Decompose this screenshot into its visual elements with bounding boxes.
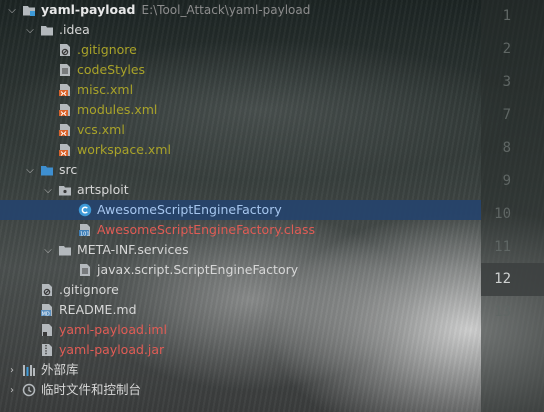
tree-row-external-libraries[interactable]: › 外部库 — [0, 360, 481, 380]
external-libraries-label: 外部库 — [41, 362, 79, 377]
chevron-down-icon[interactable]: ⌵ — [6, 5, 18, 16]
xml-file-icon — [58, 143, 72, 157]
svg-text:101: 101 — [80, 231, 90, 237]
line-number: 9 — [502, 173, 511, 189]
line-number: 8 — [502, 140, 511, 156]
line-number: 1 — [502, 8, 511, 24]
folder-label: .idea — [59, 22, 90, 37]
project-tree: ⌵ yaml-payload E:\Tool_Attack\yaml-paylo… — [0, 0, 481, 412]
file-label: yaml-payload.jar — [59, 342, 165, 357]
xml-file-icon — [58, 83, 72, 97]
tree-row-awesome-class-file[interactable]: 101 AwesomeScriptEngineFactory.class — [0, 220, 481, 240]
tree-row-idea-gitignore[interactable]: .gitignore — [0, 40, 481, 60]
file-label: .gitignore — [59, 282, 119, 297]
file-label: javax.script.ScriptEngineFactory — [97, 262, 299, 277]
file-label: yaml-payload.iml — [59, 322, 168, 337]
line-number: 10 — [494, 206, 511, 222]
file-label: modules.xml — [77, 102, 158, 117]
module-folder-icon — [22, 3, 36, 17]
scratches-label: 临时文件和控制台 — [41, 382, 142, 397]
ignore-file-icon — [40, 283, 54, 297]
chevron-right-icon[interactable]: › — [6, 385, 18, 396]
current-line-number: 12 — [494, 271, 511, 287]
tree-row-javax-service-file[interactable]: javax.script.ScriptEngineFactory — [0, 260, 481, 280]
package-label: artsploit — [77, 182, 129, 197]
tree-row-meta-inf-services[interactable]: ⌵ META-INF.services — [0, 240, 481, 260]
line-number: 2 — [502, 41, 511, 57]
folder-label: src — [59, 162, 78, 177]
text-file-icon — [78, 263, 92, 277]
tree-row-codestyles[interactable]: codeStyles — [0, 60, 481, 80]
scratches-icon — [22, 383, 36, 397]
xml-file-icon — [58, 123, 72, 137]
source-folder-icon — [40, 163, 54, 177]
archive-file-icon — [40, 343, 54, 357]
file-label: vcs.xml — [77, 122, 125, 137]
class-label: AwesomeScriptEngineFactory — [97, 202, 282, 217]
editor-gutter: 1 2 3 7 8 9 10 11 12 13 — [481, 0, 544, 412]
xml-file-icon — [58, 103, 72, 117]
tree-row-modules-xml[interactable]: modules.xml — [0, 100, 481, 120]
tree-row-workspace-xml[interactable]: workspace.xml — [0, 140, 481, 160]
package-folder-icon — [58, 183, 72, 197]
tree-row-vcs-xml[interactable]: vcs.xml — [0, 120, 481, 140]
line-number: 11 — [494, 239, 511, 255]
tree-row-scratches[interactable]: › 临时文件和控制台 — [0, 380, 481, 400]
tree-row-misc-xml[interactable]: misc.xml — [0, 80, 481, 100]
ignore-file-icon — [58, 43, 72, 57]
tree-row-iml[interactable]: yaml-payload.iml — [0, 320, 481, 340]
file-label: AwesomeScriptEngineFactory.class — [97, 222, 315, 237]
chevron-down-icon[interactable]: ⌵ — [24, 25, 36, 36]
file-label: README.md — [59, 302, 137, 317]
tree-row-project-root[interactable]: ⌵ yaml-payload E:\Tool_Attack\yaml-paylo… — [0, 0, 481, 20]
markdown-file-icon: MD — [40, 303, 54, 317]
tree-row-root-gitignore[interactable]: .gitignore — [0, 280, 481, 300]
project-path: E:\Tool_Attack\yaml-payload — [141, 3, 311, 17]
tree-row-src-folder[interactable]: ⌵ src — [0, 160, 481, 180]
folder-label: codeStyles — [77, 62, 146, 77]
line-number: 13 — [494, 304, 511, 320]
chevron-down-icon[interactable]: ⌵ — [42, 245, 54, 256]
line-number: 3 — [502, 74, 511, 90]
text-file-icon — [58, 63, 72, 77]
tree-row-artsploit-package[interactable]: ⌵ artsploit — [0, 180, 481, 200]
folder-icon — [58, 243, 72, 257]
project-name: yaml-payload — [41, 2, 136, 17]
svg-text:MD: MD — [42, 311, 50, 317]
file-label: workspace.xml — [77, 142, 171, 157]
tree-row-jar[interactable]: yaml-payload.jar — [0, 340, 481, 360]
line-number: 7 — [502, 107, 511, 123]
tree-row-idea-folder[interactable]: ⌵ .idea — [0, 20, 481, 40]
folder-icon — [40, 23, 54, 37]
file-label: .gitignore — [77, 42, 137, 57]
java-class-icon — [78, 203, 92, 217]
file-label: misc.xml — [77, 82, 134, 97]
module-file-icon — [40, 323, 54, 337]
tree-row-readme[interactable]: MD README.md — [0, 300, 481, 320]
class-file-icon: 101 — [78, 223, 92, 237]
libraries-icon — [22, 363, 36, 377]
folder-label: META-INF.services — [77, 242, 189, 257]
tree-row-awesome-java-selected[interactable]: AwesomeScriptEngineFactory — [0, 200, 481, 220]
chevron-down-icon[interactable]: ⌵ — [24, 165, 36, 176]
chevron-down-icon[interactable]: ⌵ — [42, 185, 54, 196]
chevron-right-icon[interactable]: › — [6, 365, 18, 376]
